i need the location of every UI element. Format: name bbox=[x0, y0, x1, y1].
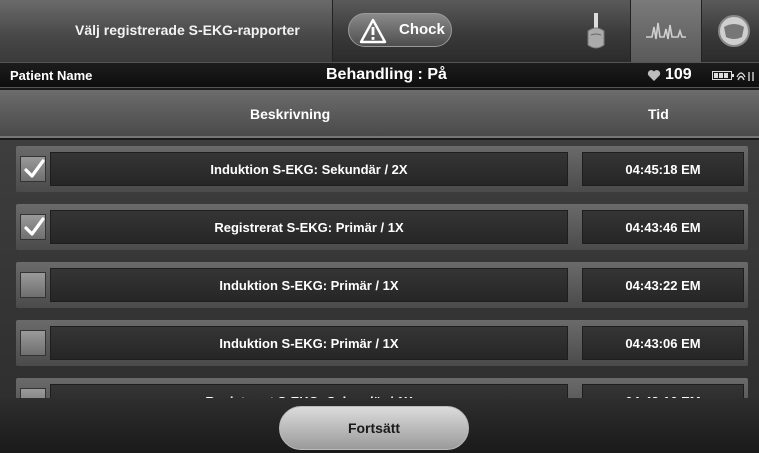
ekg-waveform-icon bbox=[646, 22, 686, 40]
telemetry-icon bbox=[736, 72, 754, 81]
row-description: Induktion S-EKG: Sekundär / 2X bbox=[50, 152, 568, 186]
row-time: 04:43:22 EM bbox=[582, 268, 744, 302]
table-header: Beskrivning Tid bbox=[0, 90, 759, 138]
heart-rate: 109 bbox=[665, 66, 692, 83]
shock-label: Chock bbox=[399, 21, 445, 38]
table-row[interactable]: Induktion S-EKG: Primär / 1X 04:43:06 EM bbox=[16, 320, 748, 366]
continue-button[interactable]: Fortsätt bbox=[279, 406, 469, 450]
ekg-button[interactable] bbox=[630, 0, 702, 62]
table-row[interactable]: Registrerat S-EKG: Primär / 1X 04:43:46 E… bbox=[16, 204, 748, 250]
report-list[interactable]: Induktion S-EKG: Sekundär / 2X 04:45:18 E… bbox=[0, 140, 759, 398]
row-checkbox[interactable] bbox=[20, 272, 46, 298]
device-icon bbox=[717, 15, 750, 47]
wand-icon bbox=[587, 13, 605, 49]
checkmark-icon bbox=[24, 159, 45, 178]
column-header-time: Tid bbox=[648, 106, 669, 122]
row-time: 04:45:18 EM bbox=[582, 152, 744, 186]
shock-button[interactable]: Chock bbox=[348, 13, 452, 47]
screen-title: Välj registrerade S-EKG-rapporter bbox=[75, 22, 300, 38]
row-time: 04:43:46 EM bbox=[582, 210, 744, 244]
row-time: 04:42:16 EM bbox=[582, 384, 744, 398]
row-description: Induktion S-EKG: Primär / 1X bbox=[50, 268, 568, 302]
checkmark-icon bbox=[24, 217, 45, 236]
heart-icon bbox=[647, 70, 661, 81]
warning-icon bbox=[359, 18, 387, 44]
title-panel: Välj registrerade S-EKG-rapporter bbox=[0, 0, 333, 62]
row-description: Registrerat S-EKG: Sekundär / 1X bbox=[50, 384, 568, 398]
footer: Fortsätt bbox=[0, 398, 759, 453]
wand-button[interactable] bbox=[566, 0, 628, 62]
table-row[interactable]: Induktion S-EKG: Sekundär / 2X 04:45:18 E… bbox=[16, 146, 748, 192]
top-bar: Välj registrerade S-EKG-rapporter Chock bbox=[0, 0, 759, 62]
row-checkbox[interactable] bbox=[20, 156, 46, 182]
table-row[interactable]: Registrerat S-EKG: Sekundär / 1X 04:42:16… bbox=[16, 378, 748, 398]
row-description: Registrerat S-EKG: Primär / 1X bbox=[50, 210, 568, 244]
column-header-description: Beskrivning bbox=[250, 106, 331, 122]
row-description: Induktion S-EKG: Primär / 1X bbox=[50, 326, 568, 360]
table-row[interactable]: Induktion S-EKG: Primär / 1X 04:43:22 EM bbox=[16, 262, 748, 308]
status-bar: Patient Name Behandling : På 109 bbox=[0, 62, 759, 88]
battery-icon bbox=[712, 71, 734, 80]
row-time: 04:43:06 EM bbox=[582, 326, 744, 360]
treatment-status: Behandling : På bbox=[326, 66, 447, 83]
row-checkbox[interactable] bbox=[20, 388, 46, 398]
row-checkbox[interactable] bbox=[20, 330, 46, 356]
row-checkbox[interactable] bbox=[20, 214, 46, 240]
device-button[interactable] bbox=[708, 0, 759, 62]
patient-name: Patient Name bbox=[10, 68, 93, 83]
